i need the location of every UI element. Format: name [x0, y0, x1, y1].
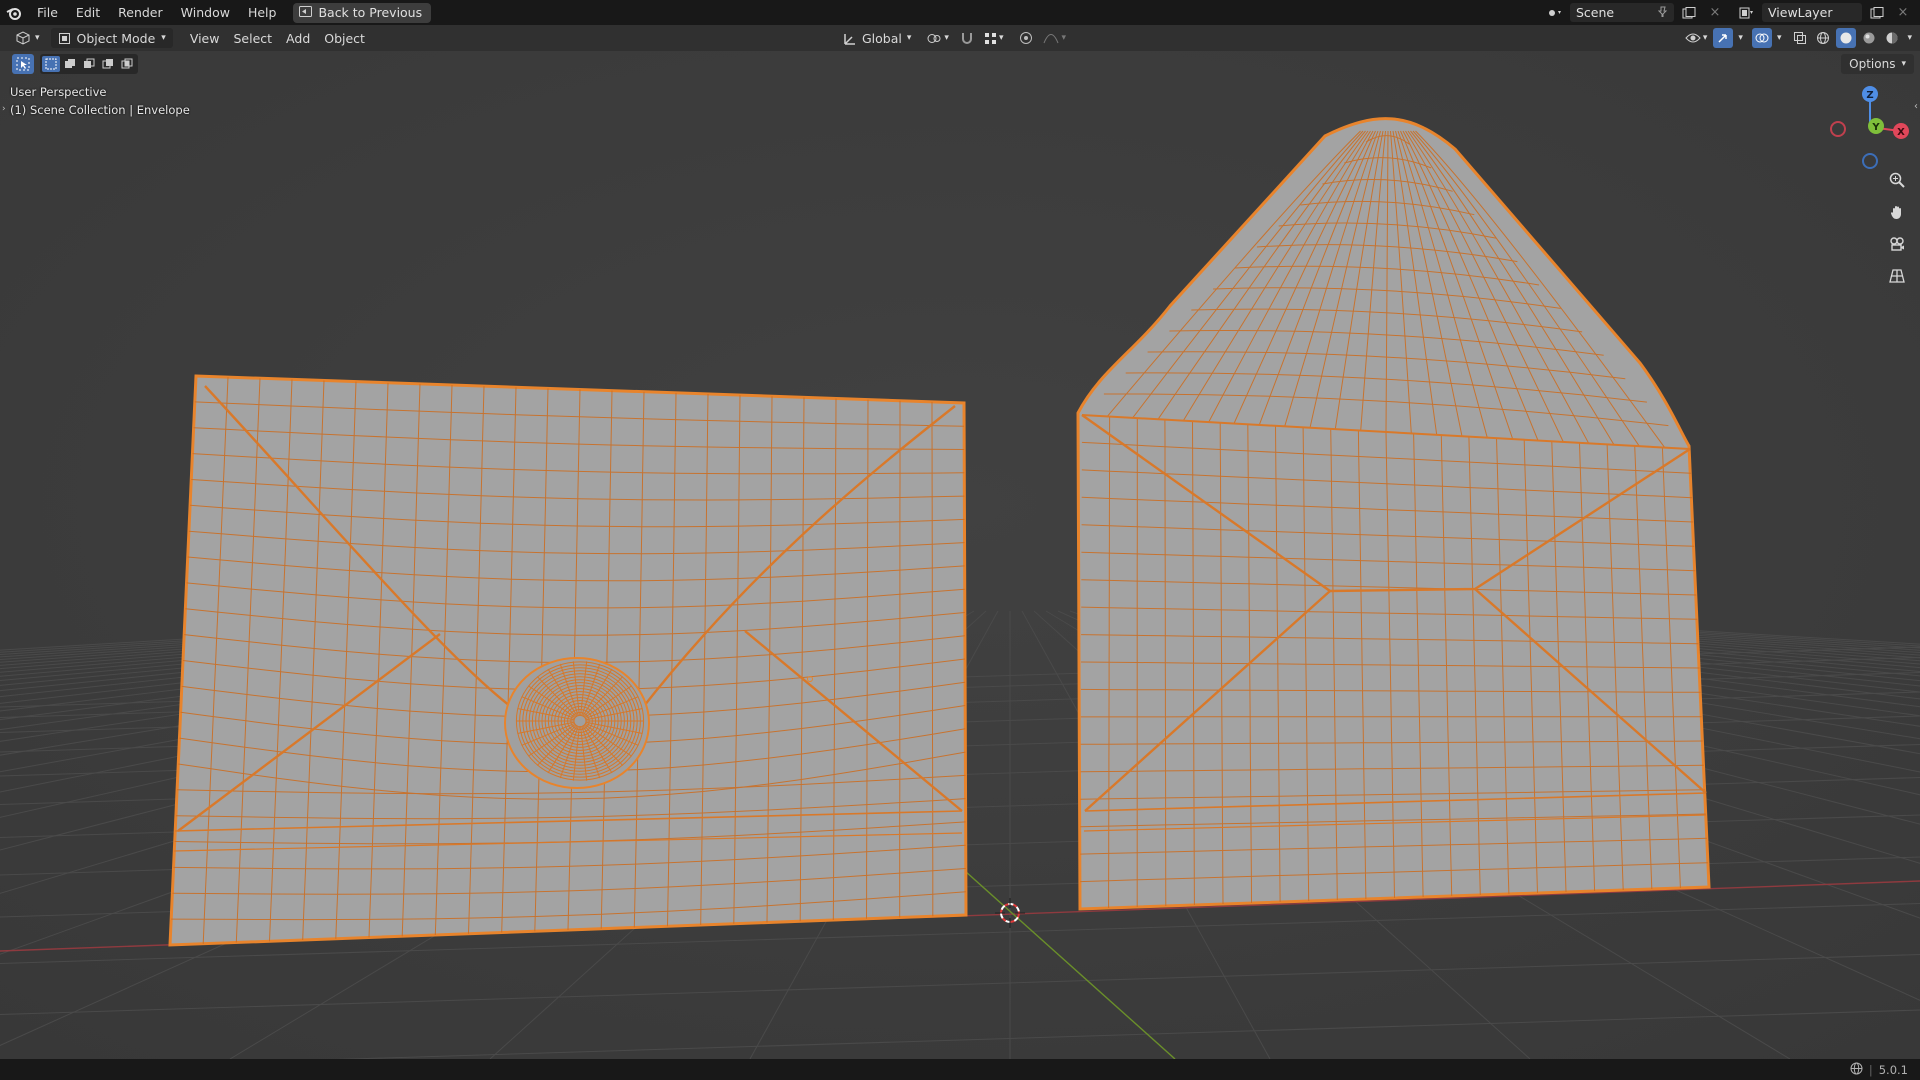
menu-file[interactable]: File [28, 0, 67, 25]
proportional-editing-icon[interactable] [1016, 28, 1036, 48]
xray-toggle-icon[interactable] [1790, 28, 1810, 48]
navigation-tools [1884, 167, 1910, 289]
scene-name-field[interactable]: Scene [1570, 3, 1674, 22]
select-new-icon[interactable] [42, 56, 60, 72]
back-to-previous-label: Back to Previous [318, 5, 423, 20]
gizmo-x-label: X [1897, 127, 1905, 138]
viewport-display-tools: ▾ ▾ ▾ ▾ [1682, 28, 1914, 48]
falloff-curve-icon [1044, 34, 1059, 44]
options-dropdown[interactable]: Options ▾ [1841, 54, 1914, 74]
collection-info-label: (1) Scene Collection | Envelope [10, 103, 190, 117]
menu-add[interactable]: Add [279, 28, 317, 48]
zoom-icon[interactable] [1884, 167, 1910, 193]
pin-icon[interactable] [1657, 5, 1668, 20]
toolbar-expand-icon[interactable]: › [2, 104, 6, 114]
select-extend-icon[interactable] [61, 56, 79, 72]
menu-help[interactable]: Help [239, 0, 286, 25]
back-icon [299, 5, 313, 20]
menu-edit[interactable]: Edit [67, 0, 109, 25]
status-bar: | 5.0.1 [0, 1059, 1920, 1080]
proportional-falloff-dropdown[interactable]: ▾ [1040, 28, 1069, 48]
chevron-down-icon: ▾ [944, 33, 949, 43]
scene-name: Scene [1576, 5, 1615, 20]
chevron-down-icon: ▾ [998, 33, 1004, 43]
network-globe-icon[interactable] [1850, 1062, 1863, 1078]
wax-seal[interactable] [504, 657, 650, 789]
transform-orientation-dropdown[interactable]: Global ▾ [836, 28, 918, 48]
selection-mode-group [40, 54, 138, 74]
pivot-point-dropdown[interactable]: ▾ [922, 28, 953, 48]
chevron-down-icon: ▾ [1907, 33, 1912, 43]
top-right-controls: Scene × ViewLayer × [1544, 0, 1920, 25]
pivot-icon [927, 33, 941, 43]
menu-select[interactable]: Select [226, 28, 279, 48]
menu-render[interactable]: Render [109, 0, 172, 25]
viewlayer-name-field[interactable]: ViewLayer [1762, 3, 1862, 22]
chevron-down-icon: ▾ [35, 33, 40, 43]
object-mode-label: Object Mode [76, 30, 156, 46]
chevron-down-icon: ▾ [906, 33, 912, 43]
viewlayer-browse-icon[interactable] [1736, 3, 1758, 22]
visibility-dropdown[interactable]: ▾ [1682, 28, 1711, 48]
snap-target-dropdown[interactable]: ▾ [981, 28, 1007, 48]
overlays-toggle-icon[interactable] [1751, 28, 1772, 48]
menu-window[interactable]: Window [172, 0, 239, 25]
select-subtract-icon[interactable] [80, 56, 98, 72]
view-name-label: User Perspective [10, 85, 107, 99]
delete-scene-icon[interactable]: × [1704, 3, 1726, 22]
scene-browse-icon[interactable] [1544, 3, 1566, 22]
3d-viewport[interactable]: Z X Y User Perspective (1) Scene Collect… [0, 51, 1920, 1059]
wireframe-shading-icon[interactable] [1813, 28, 1833, 48]
viewlayer-name: ViewLayer [1768, 5, 1833, 20]
solid-shading-icon[interactable] [1836, 28, 1857, 48]
delete-viewlayer-icon[interactable]: × [1892, 3, 1914, 22]
chevron-down-icon: ▾ [1901, 59, 1906, 69]
menu-view[interactable]: View [183, 28, 227, 48]
menu-object[interactable]: Object [317, 28, 372, 48]
viewport-scene[interactable]: Z X Y [0, 51, 1920, 1059]
chevron-down-icon: ▾ [1738, 33, 1743, 43]
top-bar: File Edit Render Window Help Back to Pre… [0, 0, 1920, 25]
status-separator: | [1868, 1062, 1873, 1077]
gizmo-z-label: Z [1866, 90, 1873, 101]
editor-type-button[interactable]: ▾ [8, 28, 47, 48]
snap-toggle-icon[interactable] [957, 28, 977, 48]
blender-logo-icon[interactable] [0, 0, 28, 25]
viewport-header: ▾ Object Mode ▾ View Select Add Object G… [0, 25, 1920, 51]
select-invert-icon[interactable] [99, 56, 117, 72]
chevron-down-icon: ▾ [161, 33, 166, 43]
object-mode-dropdown[interactable]: Object Mode ▾ [50, 28, 173, 48]
gizmo-y-label: Y [1871, 122, 1880, 133]
transform-tools: Global ▾ ▾ ▾ ▾ [836, 28, 1069, 48]
3d-viewport-icon [16, 31, 30, 45]
select-intersect-icon[interactable] [118, 56, 136, 72]
chevron-down-icon: ▾ [1702, 33, 1708, 43]
snap-grid-icon [984, 32, 996, 44]
material-shading-icon[interactable] [1859, 28, 1879, 48]
options-label: Options [1849, 57, 1896, 71]
chevron-down-icon: ▾ [1776, 33, 1782, 43]
back-to-previous-button[interactable]: Back to Previous [293, 2, 432, 23]
blender-version: 5.0.1 [1878, 1062, 1908, 1077]
rendered-shading-icon[interactable] [1882, 28, 1902, 48]
overlays-dropdown[interactable]: ▾ [1775, 28, 1784, 48]
object-mode-icon [58, 32, 70, 44]
gizmo-toggle-icon[interactable] [1713, 28, 1734, 48]
eye-icon [1685, 33, 1701, 43]
perspective-toggle-icon[interactable] [1884, 263, 1910, 289]
shading-dropdown[interactable]: ▾ [1905, 28, 1914, 48]
chevron-down-icon: ▾ [1061, 33, 1066, 43]
pan-hand-icon[interactable] [1884, 199, 1910, 225]
orientation-icon [844, 33, 855, 45]
select-tool-icon[interactable] [12, 54, 34, 74]
camera-view-icon[interactable] [1884, 231, 1910, 257]
tool-settings-row [12, 54, 138, 74]
transform-orientation-label: Global [862, 30, 902, 46]
new-scene-icon[interactable] [1678, 3, 1700, 22]
sidebar-toggle-icon[interactable]: ‹ [1914, 101, 1918, 112]
gizmo-dropdown[interactable]: ▾ [1736, 28, 1745, 48]
envelope-closed-object[interactable] [168, 374, 968, 947]
new-viewlayer-icon[interactable] [1866, 3, 1888, 22]
